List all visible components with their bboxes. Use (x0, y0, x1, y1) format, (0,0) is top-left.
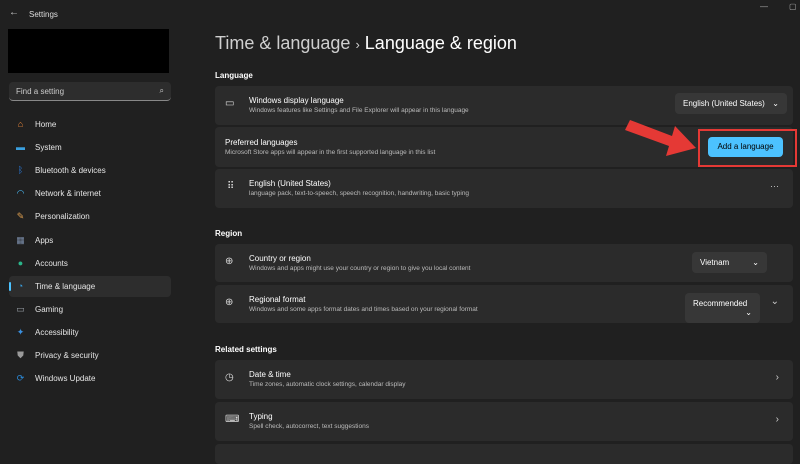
calendar-clock-icon: ◷ (225, 372, 234, 383)
network-internet-icon: ◠ (16, 188, 25, 199)
sidebar-item-accounts[interactable]: ● Accounts (9, 253, 171, 274)
sidebar-item-privacy-security[interactable]: ⛊ Privacy & security (9, 345, 171, 366)
regional-format-card[interactable]: ⊕ Regional format Windows and some apps … (215, 285, 793, 323)
redacted-account-box (8, 29, 169, 73)
language-item-title: English (United States) (249, 179, 331, 188)
sidebar-item-label: Time & language (35, 281, 96, 291)
personalization-icon: ✎ (16, 211, 25, 222)
section-region: Region (215, 229, 243, 238)
annotation-highlight-box (698, 129, 797, 167)
typing-title: Typing (249, 412, 273, 421)
country-subtitle: Windows and apps might use your country … (249, 265, 471, 272)
language-item-subtitle: language pack, text-to-speech, speech re… (249, 190, 470, 197)
regional-format-subtitle: Windows and some apps format dates and t… (249, 306, 478, 313)
bluetooth-devices-icon: ᛒ (17, 165, 24, 176)
window-title: Settings (29, 10, 58, 19)
minimize-icon[interactable]: — (760, 2, 768, 11)
sidebar-item-label: Gaming (35, 304, 64, 314)
keyboard-icon: ⌨ (225, 414, 240, 425)
chevron-down-icon: ⌄ (752, 258, 759, 267)
breadcrumb-parent[interactable]: Time & language (215, 33, 350, 53)
sidebar-item-label: Windows Update (35, 374, 96, 384)
chevron-down-icon: ⌄ (772, 99, 779, 108)
country-dropdown[interactable]: Vietnam ⌄ (692, 252, 767, 273)
date-time-subtitle: Time zones, automatic clock settings, ca… (249, 381, 406, 388)
country-region-card: ⊕ Country or region Windows and apps mig… (215, 244, 793, 282)
section-language: Language (215, 71, 253, 80)
sidebar-item-windows-update[interactable]: ⟳ Windows Update (9, 368, 171, 389)
apps-icon: ▦ (16, 234, 25, 245)
country-value: Vietnam (700, 258, 730, 267)
regional-format-icon: ⊕ (225, 297, 234, 308)
sidebar-item-personalization[interactable]: ✎ Personalization (9, 206, 171, 227)
sidebar-item-gaming[interactable]: ▭ Gaming (9, 299, 171, 320)
back-arrow-icon[interactable]: ← (9, 7, 19, 18)
preferred-languages-subtitle: Microsoft Store apps will appear in the … (225, 149, 436, 156)
search-placeholder: Find a setting (16, 87, 65, 96)
sidebar-item-accessibility[interactable]: ✦ Accessibility (9, 322, 171, 343)
sidebar-item-label: Bluetooth & devices (35, 166, 106, 176)
related-setting-card-partial[interactable] (215, 444, 793, 464)
sidebar-item-label: System (35, 143, 62, 153)
sidebar-item-label: Accessibility (35, 327, 79, 337)
date-time-link[interactable]: ◷ Date & time Time zones, automatic cloc… (215, 360, 793, 399)
maximize-icon[interactable]: ▢ (789, 2, 797, 11)
display-language-card: ▭ Windows display language Windows featu… (215, 86, 793, 125)
sidebar-item-bluetooth-devices[interactable]: ᛒ Bluetooth & devices (9, 160, 171, 181)
chevron-down-icon: ⌄ (745, 308, 752, 317)
regional-format-dropdown[interactable]: Recommended ⌄ (685, 293, 760, 323)
accounts-icon: ● (17, 257, 24, 268)
more-options-icon[interactable]: ··· (770, 181, 779, 191)
home-icon: ⌂ (17, 119, 24, 129)
search-icon: ⌕ (159, 86, 164, 95)
date-time-title: Date & time (249, 370, 291, 379)
sidebar-item-label: Network & internet (35, 189, 101, 199)
page-title: Language & region (364, 33, 517, 53)
expand-chevron-icon[interactable]: ⌄ (771, 296, 779, 307)
breadcrumb: Time & language › Language & region (215, 33, 517, 54)
regional-format-value: Recommended (693, 299, 748, 308)
sidebar-item-system[interactable]: ▬ System (9, 137, 171, 158)
sidebar-item-network-internet[interactable]: ◠ Network & internet (9, 183, 171, 204)
country-title: Country or region (249, 254, 311, 263)
sidebar-item-label: Privacy & security (35, 351, 99, 360)
sidebar-item-label: Apps (35, 235, 54, 245)
sidebar-item-label: Home (35, 120, 57, 129)
drag-handle-icon[interactable]: ⠿ (227, 181, 234, 192)
typing-subtitle: Spell check, autocorrect, text suggestio… (249, 423, 369, 430)
sidebar-item-label: Accounts (35, 258, 68, 268)
sidebar-item-time-language[interactable]: ◔ Time & language (9, 275, 171, 297)
display-language-subtitle: Windows features like Settings and File … (249, 107, 469, 114)
accessibility-icon: ✦ (16, 326, 25, 337)
annotation-arrow-icon (625, 120, 696, 156)
breadcrumb-separator: › (355, 37, 360, 52)
windows-update-icon: ⟳ (16, 373, 25, 384)
monitor-icon: ▭ (225, 98, 235, 109)
time-language-icon: ◔ (17, 280, 24, 291)
gaming-icon: ▭ (16, 303, 25, 314)
chevron-right-icon: › (775, 372, 779, 383)
globe-icon: ⊕ (225, 256, 234, 267)
sidebar-item-home[interactable]: ⌂ Home (9, 114, 171, 135)
sidebar-item-label: Personalization (35, 212, 90, 222)
section-related-settings: Related settings (215, 345, 277, 354)
language-list-item[interactable]: ⠿ English (United States) language pack,… (215, 169, 793, 208)
search-input[interactable]: Find a setting ⌕ (9, 82, 171, 101)
preferred-languages-title: Preferred languages (225, 138, 298, 147)
display-language-title: Windows display language (249, 96, 344, 105)
sidebar-item-apps[interactable]: ▦ Apps (9, 230, 171, 251)
typing-link[interactable]: ⌨ Typing Spell check, autocorrect, text … (215, 402, 793, 441)
display-language-value: English (United States) (683, 99, 765, 108)
chevron-right-icon: › (775, 414, 779, 425)
regional-format-title: Regional format (249, 295, 306, 304)
system-icon: ▬ (16, 142, 25, 153)
privacy-security-icon: ⛊ (17, 350, 24, 360)
